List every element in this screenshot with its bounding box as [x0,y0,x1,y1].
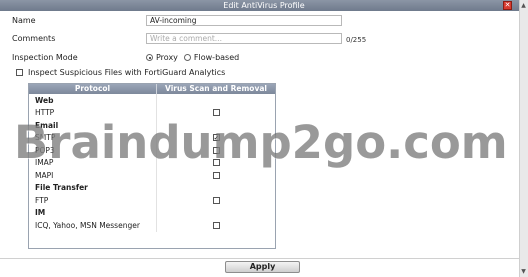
virus-scan-checkbox[interactable] [212,171,220,179]
scroll-down-icon[interactable]: ▼ [520,268,527,275]
virus-scan-checkbox[interactable] [212,159,220,167]
virus-scan-cell: ✓ [157,132,275,145]
table-row: FTP [29,194,275,207]
protocol-name: HTTP [29,106,157,119]
column-header-virus-scan: Virus Scan and Removal [165,84,267,93]
virus-scan-cell [157,107,275,120]
table-row: HTTP [29,106,275,120]
table-header: Protocol Virus Scan and Removal [29,84,275,94]
protocol-name: IMAP [29,156,157,169]
virus-scan-cell [157,219,275,232]
proxy-radio[interactable] [146,54,153,61]
group-label: IM [29,206,157,219]
protocol-name: FTP [29,194,157,207]
inspection-mode-label: Inspection Mode [12,53,78,62]
dialog-title: Edit AntiVirus Profile [223,1,305,10]
virus-scan-checkbox[interactable] [212,196,220,204]
virus-scan-cell [157,144,275,157]
close-icon[interactable]: ✕ [503,1,512,10]
virus-scan-cell [157,94,275,107]
table-row: SMTP ✓ [29,131,275,145]
comments-counter: 0/255 [346,36,367,44]
table-row: MAPI [29,169,275,182]
edit-antivirus-profile-dialog: Edit AntiVirus Profile ✕ ▲ ▼ Name AV-inc… [0,0,528,277]
dialog-titlebar: Edit AntiVirus Profile ✕ [0,0,528,11]
virus-scan-cell [157,119,275,132]
footer-divider [0,258,519,259]
flow-based-radio-label: Flow-based [193,53,240,62]
virus-scan-cell [157,194,275,207]
virus-scan-cell [157,169,275,182]
table-row: IMAP [29,156,275,170]
group-label: Email [29,119,157,132]
protocol-name: SMTP [29,131,157,144]
table-group-row: Email [29,119,275,132]
virus-scan-cell [157,182,275,195]
virus-scan-cell [157,207,275,220]
comments-label: Comments [12,34,56,43]
group-label: File Transfer [29,181,157,194]
table-row: ICQ, Yahoo, MSN Messenger [29,219,275,232]
name-field[interactable]: AV-incoming [146,15,342,26]
suspicious-files-option: Inspect Suspicious Files with FortiGuard… [16,68,225,77]
suspicious-files-label: Inspect Suspicious Files with FortiGuard… [28,68,226,77]
comments-field[interactable]: Write a comment... [146,33,342,44]
scroll-up-icon[interactable]: ▲ [520,2,527,9]
table-body: Web HTTP Email SMTP ✓ POP3 IMAP MAPI File Transf… [29,94,275,232]
protocol-name: ICQ, Yahoo, MSN Messenger [29,219,157,232]
apply-button[interactable]: Apply [225,261,300,273]
inspection-mode-radio-group: Proxy Flow-based [146,53,245,62]
column-header-protocol: Protocol [29,84,157,94]
table-row: POP3 [29,144,275,157]
name-label: Name [12,16,36,25]
virus-scan-cell [157,157,275,170]
protocol-name: POP3 [29,144,157,157]
suspicious-files-checkbox[interactable] [16,69,23,76]
group-label: Web [29,94,157,107]
table-group-row: Web [29,94,275,107]
virus-scan-checkbox[interactable]: ✓ [212,134,220,142]
virus-scan-checkbox[interactable] [212,109,220,117]
virus-scan-checkbox[interactable] [212,146,220,154]
table-group-row: IM [29,206,275,220]
protocol-name: MAPI [29,169,157,182]
virus-scan-checkbox[interactable] [212,221,220,229]
proxy-radio-label: Proxy [156,53,178,62]
table-group-row: File Transfer [29,181,275,195]
protocol-table: Protocol Virus Scan and Removal Web HTTP E… [28,83,276,249]
vertical-scrollbar[interactable]: ▲ ▼ [519,0,528,277]
flow-based-radio[interactable] [183,54,191,61]
